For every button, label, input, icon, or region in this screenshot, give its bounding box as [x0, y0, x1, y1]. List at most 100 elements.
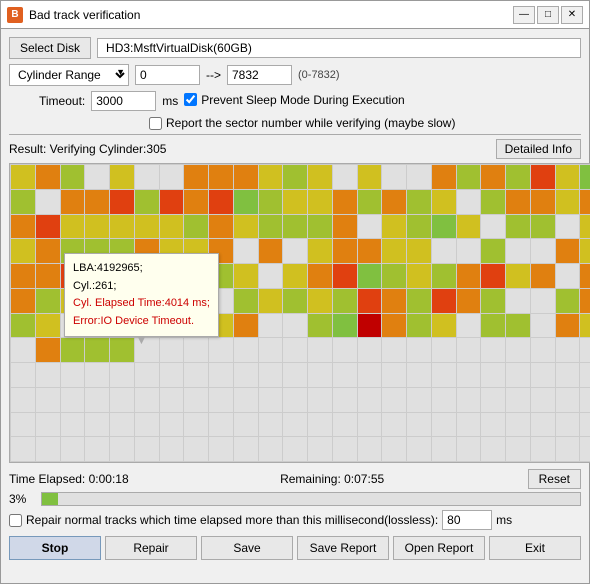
grid-cell: [160, 437, 184, 461]
tooltip-line3: Cyl. Elapsed Time:4014 ms;: [73, 295, 210, 313]
grid-cell: [234, 239, 258, 263]
grid-cell: [556, 314, 580, 338]
grid-cell: [209, 190, 233, 214]
range-from-input[interactable]: [135, 65, 200, 85]
range-type-dropdown-wrapper[interactable]: Cylinder Range: [9, 64, 129, 86]
grid-cell: [36, 363, 60, 387]
detailed-info-button[interactable]: Detailed Info: [496, 139, 581, 159]
grid-cell: [556, 413, 580, 437]
maximize-button[interactable]: □: [537, 6, 559, 24]
grid-cell: [531, 413, 555, 437]
cylinder-range-row: Cylinder Range --> (0-7832): [9, 64, 581, 86]
grid-cell: [259, 190, 283, 214]
prevent-sleep-checkbox[interactable]: [184, 93, 197, 106]
grid-cell: [531, 437, 555, 461]
grid-cell: [11, 388, 35, 412]
grid-cell: [160, 165, 184, 189]
grid-cell: [259, 437, 283, 461]
grid-cell: [481, 215, 505, 239]
range-type-select[interactable]: Cylinder Range: [9, 64, 129, 86]
open-report-button[interactable]: Open Report: [393, 536, 485, 560]
grid-cell: [407, 264, 431, 288]
grid-cell: [432, 264, 456, 288]
save-report-button[interactable]: Save Report: [297, 536, 389, 560]
grid-cell: [11, 314, 35, 338]
grid-cell: [556, 289, 580, 313]
grid-cell: [61, 437, 85, 461]
grid-cell: [556, 190, 580, 214]
title-bar: B Bad track verification — □ ✕: [0, 0, 590, 28]
grid-cell: [506, 264, 530, 288]
repair-button[interactable]: Repair: [105, 536, 197, 560]
grid-cell: [110, 338, 134, 362]
grid-cell: [580, 190, 590, 214]
timeout-input[interactable]: [91, 91, 156, 111]
report-sector-label[interactable]: Report the sector number while verifying…: [149, 116, 581, 130]
grid-cell: [85, 437, 109, 461]
save-button[interactable]: Save: [201, 536, 293, 560]
grid-cell: [259, 264, 283, 288]
grid-cell: [580, 289, 590, 313]
repair-ms-input[interactable]: [442, 510, 492, 530]
grid-cell: [36, 338, 60, 362]
range-to-input[interactable]: [227, 65, 292, 85]
grid-cell: [481, 264, 505, 288]
grid-cell: [234, 165, 258, 189]
main-window: Select Disk HD3:MsftVirtualDisk(60GB) Cy…: [0, 28, 590, 584]
grid-cell: [308, 190, 332, 214]
grid-cell: [506, 165, 530, 189]
window-controls: — □ ✕: [513, 6, 583, 24]
repair-checkbox[interactable]: [9, 514, 22, 527]
grid-cell: [531, 363, 555, 387]
grid-cell: [382, 314, 406, 338]
grid-cell: [283, 338, 307, 362]
grid-cell: [382, 388, 406, 412]
grid-cell: [382, 264, 406, 288]
grid-cell: [259, 215, 283, 239]
grid-cell: [135, 190, 159, 214]
grid-cell: [11, 338, 35, 362]
grid-cell: [234, 388, 258, 412]
grid-cell: [531, 289, 555, 313]
grid-cell: [234, 190, 258, 214]
grid-cell: [259, 314, 283, 338]
report-sector-checkbox[interactable]: [149, 117, 162, 130]
grid-cell: [333, 314, 357, 338]
grid-cell: [358, 437, 382, 461]
grid-cell: [36, 215, 60, 239]
exit-button[interactable]: Exit: [489, 536, 581, 560]
select-disk-button[interactable]: Select Disk: [9, 37, 91, 59]
stop-button[interactable]: Stop: [9, 536, 101, 560]
grid-cell: [382, 289, 406, 313]
grid-cell: [135, 437, 159, 461]
grid-cell: [333, 239, 357, 263]
grid-cell: [382, 338, 406, 362]
grid-cell: [407, 165, 431, 189]
close-button[interactable]: ✕: [561, 6, 583, 24]
grid-cell: [85, 215, 109, 239]
grid-cell: [358, 413, 382, 437]
grid-cell: [432, 363, 456, 387]
grid-cell: [110, 215, 134, 239]
grid-cell: [407, 190, 431, 214]
grid-cell: [184, 338, 208, 362]
progress-bar-outer: [41, 492, 581, 506]
grid-cell: [481, 239, 505, 263]
grid-cell: [259, 413, 283, 437]
grid-cell: [506, 289, 530, 313]
grid-cell: [481, 437, 505, 461]
grid-cell: [234, 314, 258, 338]
remaining-text: Remaining: 0:07:55: [280, 472, 384, 486]
grid-cell: [308, 437, 332, 461]
reset-button[interactable]: Reset: [528, 469, 581, 489]
grid-cell: [85, 363, 109, 387]
time-row: Time Elapsed: 0:00:18 Remaining: 0:07:55…: [9, 469, 581, 489]
grid-cell: [333, 264, 357, 288]
grid-cell: [580, 388, 590, 412]
prevent-sleep-label[interactable]: Prevent Sleep Mode During Execution: [184, 93, 404, 107]
grid-cell: [506, 338, 530, 362]
grid-cell: [61, 363, 85, 387]
minimize-button[interactable]: —: [513, 6, 535, 24]
grid-cell: [234, 215, 258, 239]
grid-cell: [333, 215, 357, 239]
